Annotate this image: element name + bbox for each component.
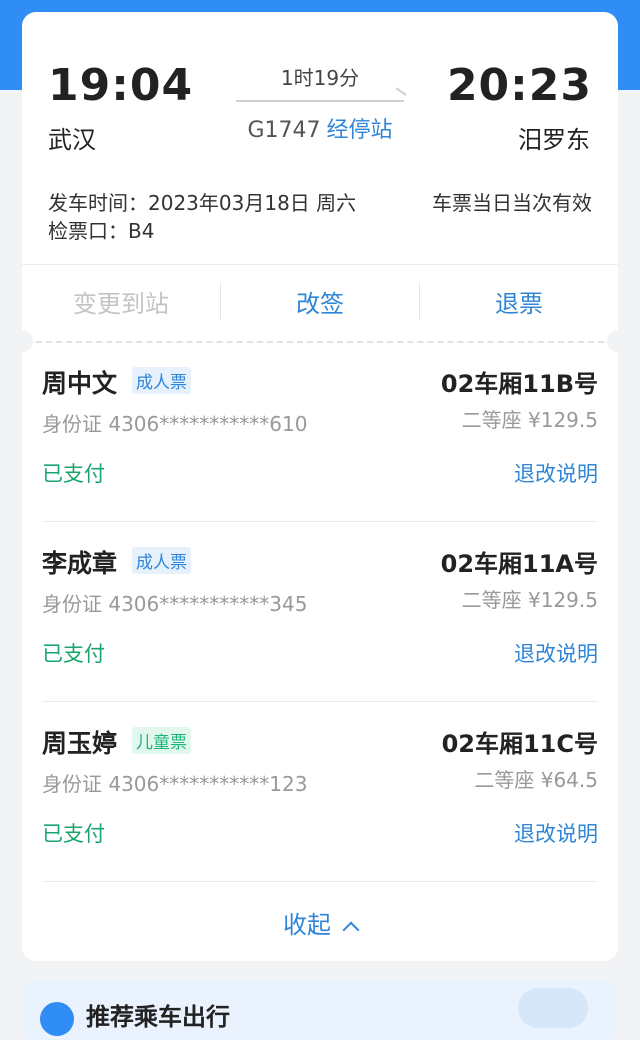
refund-rules-link[interactable]: 退改说明 bbox=[514, 638, 598, 668]
divider bbox=[22, 264, 618, 265]
passenger-name: 李成章 bbox=[42, 549, 118, 578]
ticket-card: 19:04 武汉 1时19分 G1747 经停站 20:23 汨罗东 发车时间：2… bbox=[11, 12, 629, 961]
ticket-type-badge: 成人票 bbox=[132, 547, 191, 574]
passenger-id: 身份证 4306***********123 bbox=[42, 772, 308, 796]
stops-link[interactable]: 经停站 bbox=[327, 118, 393, 143]
payment-status: 已支付 bbox=[42, 822, 105, 846]
seat-number: 02车厢11A号 bbox=[440, 550, 598, 578]
passenger-id: 身份证 4306***********345 bbox=[42, 592, 308, 616]
ticket-notch-right bbox=[607, 330, 629, 352]
passenger-item: 李成章 成人票 02车厢11A号 身份证 4306***********345 … bbox=[42, 522, 598, 702]
collapse-button[interactable]: 收起 bbox=[22, 905, 618, 940]
seat-class-price: 二等座 ¥64.5 bbox=[474, 768, 598, 792]
route-arrow-line bbox=[236, 100, 404, 102]
payment-status: 已支付 bbox=[42, 642, 105, 666]
arrival-time: 20:23 bbox=[446, 60, 592, 111]
ticket-gate: 检票口：B4 bbox=[48, 219, 155, 243]
train-number: G1747 bbox=[247, 118, 321, 143]
refund-button[interactable]: 退票 bbox=[420, 284, 618, 319]
collapse-label: 收起 bbox=[283, 911, 331, 939]
ticket-type-badge: 儿童票 bbox=[132, 727, 191, 754]
seat-number: 02车厢11C号 bbox=[441, 730, 598, 758]
departure-date: 发车时间：2023年03月18日 周六 bbox=[48, 191, 357, 215]
row-divider bbox=[42, 881, 598, 882]
passenger-id: 身份证 4306***********610 bbox=[42, 412, 308, 436]
change-station-button[interactable]: 变更到站 bbox=[22, 284, 220, 319]
passenger-name: 周玉婷 bbox=[42, 729, 118, 758]
seat-number: 02车厢11B号 bbox=[440, 370, 598, 398]
refund-rules-link[interactable]: 退改说明 bbox=[514, 458, 598, 488]
chevron-up-icon bbox=[342, 921, 360, 939]
promo-illustration bbox=[518, 988, 588, 1028]
passenger-item: 周中文 成人票 02车厢11B号 身份证 4306***********610 … bbox=[42, 342, 598, 522]
promo-banner[interactable]: 推荐乘车出行 bbox=[22, 980, 618, 1040]
arrival-station: 汨罗东 bbox=[518, 126, 590, 154]
seat-class-price: 二等座 ¥129.5 bbox=[461, 588, 598, 612]
passenger-name: 周中文 bbox=[42, 369, 118, 398]
ticket-actions: 变更到站 改签 退票 bbox=[22, 266, 618, 336]
ticket-validity: 车票当日当次有效 bbox=[432, 191, 592, 215]
ticket-type-badge: 成人票 bbox=[132, 367, 191, 394]
ticket-notch-left bbox=[11, 330, 33, 352]
promo-icon bbox=[40, 1002, 74, 1036]
refund-rules-link[interactable]: 退改说明 bbox=[514, 818, 598, 848]
reschedule-button[interactable]: 改签 bbox=[221, 284, 419, 319]
payment-status: 已支付 bbox=[42, 462, 105, 486]
seat-class-price: 二等座 ¥129.5 bbox=[461, 408, 598, 432]
passenger-item: 周玉婷 儿童票 02车厢11C号 身份证 4306***********123 … bbox=[42, 702, 598, 882]
